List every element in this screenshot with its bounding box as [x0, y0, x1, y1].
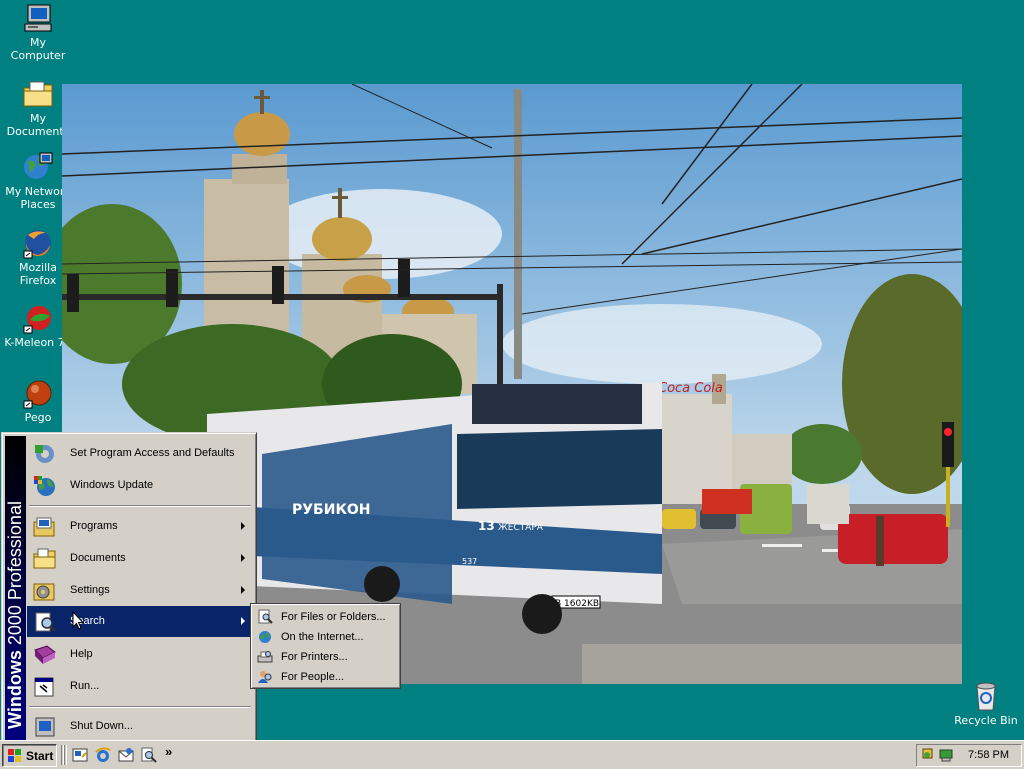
submenu-item-people[interactable]: For People...	[254, 667, 397, 687]
submenu-item-internet[interactable]: On the Internet...	[254, 627, 397, 647]
documents-icon	[33, 548, 56, 569]
menu-separator	[29, 706, 251, 708]
network-tray-icon[interactable]	[921, 747, 937, 763]
bus-fleet-number: 537	[462, 557, 477, 566]
menu-item-label: Documents	[70, 552, 126, 564]
outlook-express-icon[interactable]	[118, 747, 134, 763]
start-menu: Windows 2000 Professional Set Program Ac…	[1, 432, 257, 745]
menu-item-help[interactable]: Help	[27, 639, 253, 670]
pego-icon	[23, 380, 52, 409]
submenu-arrow-icon	[241, 617, 245, 625]
submenu-item-label: For People...	[281, 671, 344, 683]
desktop-icon-label: My Computer	[10, 36, 66, 62]
bus-route-number: 13	[478, 519, 495, 533]
bus-destination: ЖЕСТАРА	[498, 523, 544, 533]
people-icon	[258, 671, 272, 683]
menu-item-label: Windows Update	[70, 479, 154, 491]
search-quicklaunch-icon[interactable]	[141, 747, 157, 763]
submenu-item-label: For Files or Folders...	[281, 611, 386, 623]
windows-logo-icon	[8, 749, 21, 762]
start-label: Start	[26, 749, 54, 763]
system-tray: 7:58 PM	[916, 744, 1022, 767]
menu-item-run[interactable]: Run...	[27, 671, 253, 702]
menu-item-program-access[interactable]: Set Program Access and Defaults	[27, 438, 253, 469]
my-documents-icon	[23, 81, 53, 107]
program-access-icon	[35, 445, 54, 463]
menu-item-settings[interactable]: Settings	[27, 575, 253, 606]
bus-plate: B 1602KB	[555, 599, 599, 609]
programs-icon	[33, 517, 55, 537]
menu-separator	[29, 505, 251, 507]
start-button[interactable]: Start	[2, 744, 57, 767]
search-icon	[35, 612, 56, 632]
run-icon	[34, 677, 54, 697]
menu-item-label: Help	[70, 648, 93, 660]
menu-item-label: Run...	[70, 680, 100, 692]
desktop-icon-label: Pego	[24, 411, 52, 424]
files-folders-icon	[258, 609, 273, 624]
network-places-icon	[24, 152, 53, 179]
submenu-arrow-icon	[241, 522, 245, 530]
submenu-item-printers[interactable]: For Printers...	[254, 647, 397, 667]
sign-text: Coca Cola	[658, 381, 723, 396]
menu-item-label: Settings	[70, 584, 110, 596]
internet-icon	[259, 631, 271, 643]
taskbar-separator	[64, 745, 67, 765]
windows-update-icon	[34, 476, 55, 496]
menu-item-programs[interactable]: Programs	[27, 511, 253, 542]
bus-advert: РУБИКОН	[292, 502, 371, 518]
menu-item-label: Shut Down...	[70, 720, 133, 732]
start-menu-banner: Windows 2000 Professional	[5, 436, 26, 741]
desktop-icon-my-computer[interactable]: My Computer	[0, 2, 76, 62]
recycle-bin-icon	[976, 682, 996, 711]
search-submenu: For Files or Folders... On the Internet.…	[250, 603, 401, 689]
banner-edition: 2000 Professional	[5, 501, 25, 646]
submenu-item-label: On the Internet...	[281, 631, 364, 643]
desktop-icon-label: Recycle Bin	[954, 714, 1018, 727]
printers-icon	[257, 651, 273, 663]
volume-tray-icon[interactable]	[939, 747, 955, 763]
internet-explorer-icon[interactable]	[95, 747, 111, 763]
taskbar: Start » 7:58 PM	[0, 740, 1024, 769]
mouse-cursor-icon	[72, 611, 84, 630]
my-computer-icon	[24, 4, 52, 32]
settings-icon	[33, 583, 55, 601]
shutdown-icon	[35, 717, 55, 737]
submenu-item-label: For Printers...	[281, 651, 348, 663]
firefox-icon	[23, 230, 51, 259]
quick-launch-overflow-button[interactable]: »	[165, 744, 172, 759]
kmeleon-icon	[23, 306, 51, 334]
show-desktop-icon[interactable]	[72, 747, 88, 763]
menu-item-windows-update[interactable]: Windows Update	[27, 470, 253, 501]
banner-windows: Windows	[5, 650, 25, 729]
menu-item-shutdown[interactable]: Shut Down...	[27, 711, 253, 742]
menu-item-search[interactable]: Search	[27, 606, 253, 637]
help-icon	[34, 645, 56, 664]
menu-item-label: Programs	[70, 520, 118, 532]
submenu-arrow-icon	[241, 586, 245, 594]
desktop-icon-recycle-bin[interactable]: Recycle Bin	[948, 680, 1024, 727]
menu-item-label: Set Program Access and Defaults	[70, 447, 235, 459]
clock[interactable]: 7:58 PM	[968, 749, 1009, 761]
submenu-arrow-icon	[241, 554, 245, 562]
menu-item-documents[interactable]: Documents	[27, 543, 253, 574]
submenu-item-files-folders[interactable]: For Files or Folders...	[254, 607, 397, 627]
